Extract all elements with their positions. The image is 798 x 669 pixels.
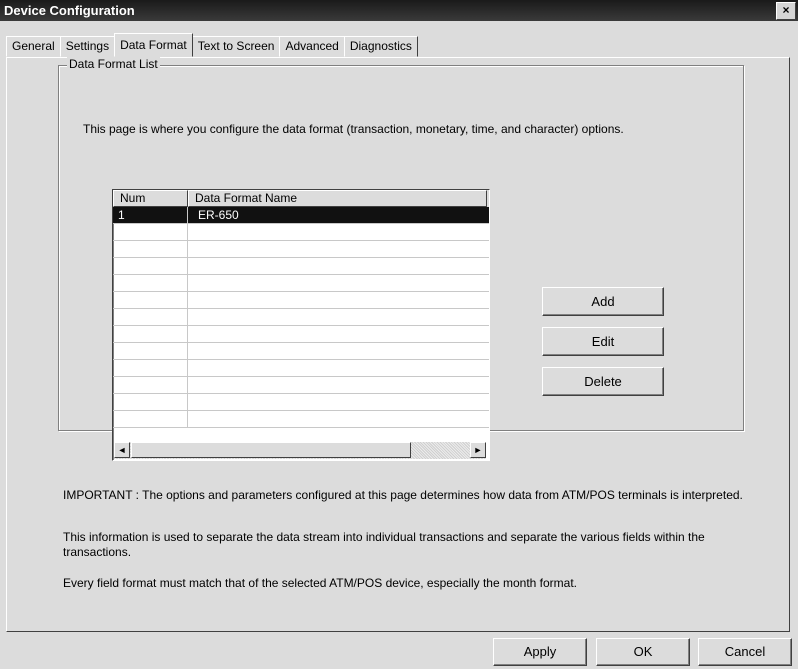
cell-num [113, 326, 188, 342]
tab-settings[interactable]: Settings [59, 36, 116, 57]
table-row[interactable] [113, 292, 489, 309]
cell-num [113, 224, 188, 240]
cell-num [113, 275, 188, 291]
note-field-format: Every field format must match that of th… [63, 576, 577, 590]
table-row[interactable]: 1 ER-650 [113, 207, 489, 224]
ok-button[interactable]: OK [596, 638, 690, 666]
table-row[interactable] [113, 258, 489, 275]
add-button[interactable]: Add [542, 287, 664, 316]
cell-num [113, 241, 188, 257]
table-row[interactable] [113, 326, 489, 343]
cell-name [188, 394, 489, 410]
scroll-thumb[interactable] [131, 442, 411, 458]
tab-data-format[interactable]: Data Format [114, 33, 193, 57]
cell-num [113, 377, 188, 393]
table-row[interactable] [113, 275, 489, 292]
horizontal-scrollbar[interactable]: ◄ ► [114, 442, 486, 459]
cell-name [188, 411, 489, 427]
cell-name [188, 292, 489, 308]
table-row[interactable] [113, 224, 489, 241]
table-row[interactable] [113, 377, 489, 394]
cell-num [113, 411, 188, 427]
cell-num [113, 360, 188, 376]
cell-name [188, 343, 489, 359]
list-header: Num Data Format Name [113, 190, 489, 207]
table-row[interactable] [113, 241, 489, 258]
cell-name [188, 224, 489, 240]
table-row[interactable] [113, 309, 489, 326]
group-description: This page is where you configure the dat… [83, 122, 624, 136]
tab-text-to-screen[interactable]: Text to Screen [191, 36, 281, 57]
table-row[interactable] [113, 394, 489, 411]
close-icon[interactable]: × [776, 2, 796, 20]
cell-name [188, 377, 489, 393]
title-bar[interactable]: Device Configuration × [0, 0, 798, 21]
cell-name [188, 360, 489, 376]
cell-name [188, 309, 489, 325]
group-legend: Data Format List [67, 57, 160, 71]
list-rows: 1 ER-650 [113, 207, 489, 428]
edit-button[interactable]: Edit [542, 327, 664, 356]
window-title: Device Configuration [4, 3, 135, 18]
scroll-right-icon[interactable]: ► [470, 442, 486, 458]
delete-button[interactable]: Delete [542, 367, 664, 396]
cell-num [113, 292, 188, 308]
cell-name [188, 241, 489, 257]
cell-num [113, 258, 188, 274]
cell-name: ER-650 [198, 208, 239, 222]
tab-general[interactable]: General [6, 36, 61, 57]
column-header-name[interactable]: Data Format Name [188, 190, 487, 207]
cell-name [188, 275, 489, 291]
cell-num [113, 309, 188, 325]
cell-num [113, 343, 188, 359]
column-header-num[interactable]: Num [113, 190, 188, 207]
cell-num [113, 394, 188, 410]
tab-advanced[interactable]: Advanced [279, 36, 345, 57]
table-row[interactable] [113, 360, 489, 377]
cell-name [188, 258, 489, 274]
scroll-left-icon[interactable]: ◄ [114, 442, 130, 458]
cell-num: 1 [113, 207, 188, 223]
cancel-button[interactable]: Cancel [698, 638, 792, 666]
table-row[interactable] [113, 411, 489, 428]
data-format-listview[interactable]: Num Data Format Name 1 ER-650 ◄ ► [112, 189, 490, 461]
table-row[interactable] [113, 343, 489, 360]
apply-button[interactable]: Apply [493, 638, 587, 666]
tab-diagnostics[interactable]: Diagnostics [343, 36, 418, 57]
note-separation: This information is used to separate the… [63, 530, 705, 559]
cell-name [188, 326, 489, 342]
note-important: IMPORTANT : The options and parameters c… [63, 488, 743, 502]
tab-strip: General Settings Data Format Text to Scr… [6, 33, 418, 57]
dialog-body: General Settings Data Format Text to Scr… [0, 21, 798, 669]
